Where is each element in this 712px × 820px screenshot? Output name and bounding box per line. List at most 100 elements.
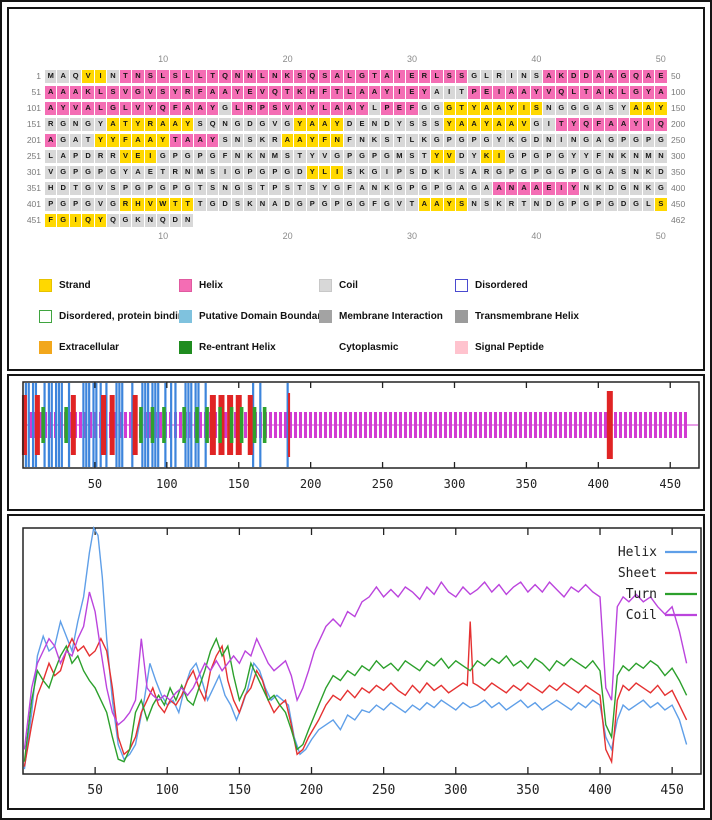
residue-cell: D — [169, 213, 181, 227]
residue-cell: S — [343, 165, 356, 179]
residue-cell: V — [269, 117, 281, 131]
residue-cell: G — [530, 117, 543, 131]
residue-cell: A — [157, 117, 169, 131]
sequence-row: 101 A Y V A L G L V Y Q F A A Y G L R P S V A Y L A A Y L P E F G G G T Y A A… — [17, 100, 695, 116]
residue-cell: P — [381, 101, 393, 115]
row-start-number: 201 — [26, 135, 41, 145]
residue-cell: F — [119, 133, 132, 147]
residue-cell: G — [107, 101, 119, 115]
residue-cell: G — [455, 133, 468, 147]
residue-cell: N — [331, 133, 343, 147]
residue-cell: A — [181, 101, 194, 115]
residue-cell: K — [493, 197, 505, 211]
residue-cell: E — [655, 69, 667, 83]
svg-text:Coil: Coil — [626, 608, 657, 623]
residue-cell: A — [543, 69, 555, 83]
residue-cell: P — [194, 149, 206, 163]
annotation-legend: Strand Helix Coil Disordered Disordered, pro… — [39, 279, 703, 354]
residue-cell: G — [530, 149, 543, 163]
row-end-number: 400 — [671, 183, 686, 193]
residue-cell: G — [580, 165, 592, 179]
residue-cell: V — [393, 197, 406, 211]
residue-cell: S — [530, 101, 543, 115]
svg-text:450: 450 — [659, 477, 681, 491]
residue-cell: G — [57, 213, 69, 227]
residue-cell: L — [231, 101, 244, 115]
residue-cell: S — [480, 197, 493, 211]
residue-cell: Y — [655, 101, 667, 115]
residue-cell: L — [406, 133, 418, 147]
sequence-ruler-bottom: 10 20 30 40 50 — [17, 230, 695, 243]
residue-cell: A — [169, 117, 181, 131]
residue-cell — [257, 214, 268, 227]
residue-cell: A — [356, 181, 368, 195]
residue-cell: S — [605, 101, 617, 115]
residue-cell: G — [443, 181, 455, 195]
residue-cell: G — [518, 133, 530, 147]
residue-cell: D — [219, 197, 231, 211]
residue-cell: A — [69, 85, 82, 99]
svg-text:100: 100 — [156, 477, 178, 491]
residue-cell — [568, 214, 579, 227]
residue-cell: G — [82, 165, 94, 179]
residue-cell: G — [82, 117, 94, 131]
residue-cell: S — [144, 69, 157, 83]
residue-cell: T — [169, 133, 181, 147]
residue-cell: Y — [642, 85, 655, 99]
residue-cell: N — [368, 117, 381, 131]
row-end-number: 150 — [671, 103, 686, 113]
svg-text:450: 450 — [660, 783, 683, 798]
legend-label: Membrane Interaction — [339, 311, 443, 322]
residue-cell: E — [393, 101, 406, 115]
residue-cell: Y — [617, 101, 630, 115]
residue-cell: R — [505, 197, 518, 211]
residue-cell: G — [568, 101, 580, 115]
residue-cell: N — [107, 69, 119, 83]
residue-cell: S — [107, 85, 119, 99]
residue-cell: Y — [443, 197, 455, 211]
residue-cell: A — [69, 133, 82, 147]
residue-cell: S — [294, 69, 306, 83]
legend-label: Disordered, protein binding — [59, 311, 191, 322]
svg-text:100: 100 — [156, 783, 179, 798]
legend-item: Disordered, protein binding — [39, 310, 190, 323]
legend-swatch — [319, 310, 332, 323]
residue-cell: G — [468, 69, 480, 83]
residue-cell — [630, 214, 641, 227]
row-start-number: 401 — [26, 199, 41, 209]
residue-cell: Q — [206, 117, 219, 131]
residue-cell: L — [94, 101, 107, 115]
residue-cell: A — [331, 101, 343, 115]
residue-cell: L — [157, 69, 169, 83]
residue-cell: G — [605, 197, 617, 211]
residue-cell: G — [219, 101, 231, 115]
ruler-number: 30 — [406, 54, 417, 64]
residue-cell: S — [655, 197, 667, 211]
legend-label: Disordered — [475, 280, 528, 291]
residue-cell: W — [157, 197, 169, 211]
legend-item: Strand — [39, 279, 179, 292]
residue-cell: A — [605, 117, 617, 131]
residue-cell: V — [518, 117, 530, 131]
residue-cell: G — [580, 197, 592, 211]
sequence-grid: 1MAQVINTNSLSLLTQNNLNKSQSALGTAIERLSSGLRIN… — [17, 68, 695, 228]
row-start-number: 51 — [31, 87, 41, 97]
residue-cell: Q — [107, 213, 119, 227]
residue-cell: F — [592, 149, 605, 163]
residue-cell: P — [543, 149, 555, 163]
residue-cell: R — [119, 197, 132, 211]
residue-cell: F — [169, 101, 181, 115]
residue-cell: V — [69, 101, 82, 115]
residue-cell: P — [269, 165, 281, 179]
residue-cell: G — [580, 133, 592, 147]
residue-cell: E — [244, 85, 256, 99]
residue-cell: A — [381, 69, 393, 83]
residue-cell: R — [244, 101, 256, 115]
sequence-row: 201 A G A T Y Y F A A Y T A A Y S N S K R A A Y F N F N K S T L K G P G P G Y… — [17, 132, 695, 148]
residue-cell: K — [642, 165, 655, 179]
residue-cell: E — [144, 165, 157, 179]
residue-cell: L — [119, 101, 132, 115]
residue-cell: T — [555, 117, 568, 131]
residue-cell: A — [493, 101, 505, 115]
residue-cell: G — [381, 197, 393, 211]
